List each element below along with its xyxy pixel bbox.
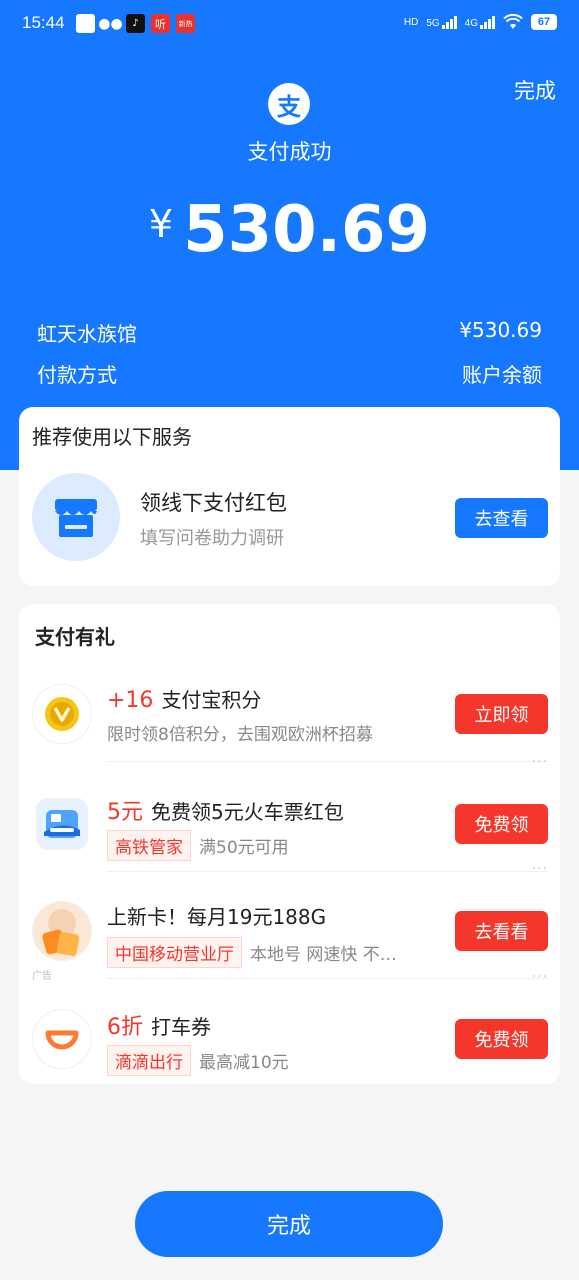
gift-desc: 限时领8倍积分，去围观欧洲杯招募 (107, 725, 373, 745)
gift-tag: 高铁管家 (107, 830, 191, 861)
battery-icon: 67 (531, 14, 557, 30)
listen-app-icon: 听 (151, 14, 170, 33)
tiktok-icon: ♪ (126, 14, 145, 33)
status-time: 15:44 (22, 13, 65, 32)
service-name: 领线下支付红包 (140, 491, 287, 515)
gift-tag: 滴滴出行 (107, 1045, 191, 1076)
merchant-name: 虹天水族馆 (37, 322, 137, 346)
gift-tag: 中国移动营业厅 (107, 937, 242, 968)
gift-desc: 本地号 网速快 不… (250, 945, 397, 965)
done-link[interactable]: 完成 (514, 75, 556, 105)
payment-success-title: 支付成功 (247, 140, 332, 164)
store-icon (32, 473, 120, 561)
gift-highlight: 6折 (107, 1015, 143, 1040)
4g-indicator: 4G (465, 15, 495, 29)
more-options-icon[interactable]: ··· (532, 861, 548, 877)
done-button[interactable]: 完成 (135, 1191, 443, 1257)
merchant-amount: ¥530.69 (459, 318, 542, 342)
gift-name: 上新卡！每月19元188G (107, 905, 327, 929)
mobile-card-icon (32, 901, 92, 961)
currency-symbol: ¥ (148, 202, 174, 246)
gift-name: 打车券 (151, 1015, 211, 1039)
5g-indicator: 5G (426, 15, 457, 29)
gift-desc: 最高减10元 (199, 1053, 289, 1073)
claim-points-button[interactable]: 立即领 (455, 694, 548, 734)
merchant-row: 虹天水族馆 ¥530.69 (37, 318, 542, 347)
gift-item-points[interactable]: +16 支付宝积分 限时领8倍积分，去围观欧洲杯招募 立即领 (19, 654, 560, 762)
more-options-icon[interactable]: ··· (532, 969, 548, 985)
message-icon (76, 14, 95, 33)
news-app-icon: 新热 (176, 14, 195, 33)
gifts-card: 支付有礼 +16 支付宝积分 限时领8倍积分，去围观欧洲杯招募 立即领 ··· 5… (19, 604, 560, 1084)
notification-icons: ●● ♪ 听 新热 (76, 14, 195, 33)
wifi-icon (503, 14, 523, 29)
gift-desc: 满50元可用 (199, 838, 289, 858)
didi-icon (32, 1009, 92, 1069)
gift-highlight: +16 (107, 688, 154, 713)
hd-indicator: HD (403, 16, 419, 28)
alipay-logo-icon: 支 (268, 83, 310, 125)
services-card: 推荐使用以下服务 领线下支付红包 填写问卷助力调研 去查看 (19, 407, 560, 586)
view-service-button[interactable]: 去查看 (455, 498, 548, 538)
system-icons: HD 5G 4G 67 (404, 14, 557, 30)
pay-method-row: 付款方式 账户余额 (37, 359, 542, 388)
amount-value: 530.69 (183, 193, 431, 267)
gift-item-didi[interactable]: ··· 6折 打车券 滴滴出行 最高减10元 免费领 (19, 969, 560, 1087)
train-icon (36, 798, 88, 850)
gift-name: 支付宝积分 (161, 688, 262, 712)
signal-icon (480, 15, 495, 29)
claim-train-coupon-button[interactable]: 免费领 (455, 804, 548, 844)
wechat-icon: ●● (98, 15, 123, 32)
coin-icon (32, 684, 92, 744)
service-desc: 填写问卷助力调研 (140, 528, 284, 549)
gift-name: 免费领5元火车票红包 (151, 800, 344, 824)
payment-amount: ¥530.69 (0, 193, 579, 267)
status-bar: 15:44 ●● ♪ 听 新热 HD 5G 4G 67 (0, 0, 579, 50)
pay-method-label: 付款方式 (37, 363, 117, 387)
gift-item-train[interactable]: ··· 5元 免费领5元火车票红包 高铁管家 满50元可用 免费领 (19, 754, 560, 872)
gift-item-mobile[interactable]: ··· 广告 上新卡！每月19元188G 中国移动营业厅 本地号 网速快 不… 去… (19, 861, 560, 982)
services-title: 推荐使用以下服务 (32, 425, 192, 449)
divider (107, 761, 548, 762)
more-options-icon[interactable]: ··· (532, 754, 548, 770)
gifts-title: 支付有礼 (35, 625, 115, 649)
claim-didi-coupon-button[interactable]: 免费领 (455, 1019, 548, 1059)
view-mobile-offer-button[interactable]: 去看看 (455, 911, 548, 951)
pay-method-value: 账户余额 (462, 363, 542, 387)
gift-highlight: 5元 (107, 800, 143, 825)
signal-icon (441, 15, 457, 29)
